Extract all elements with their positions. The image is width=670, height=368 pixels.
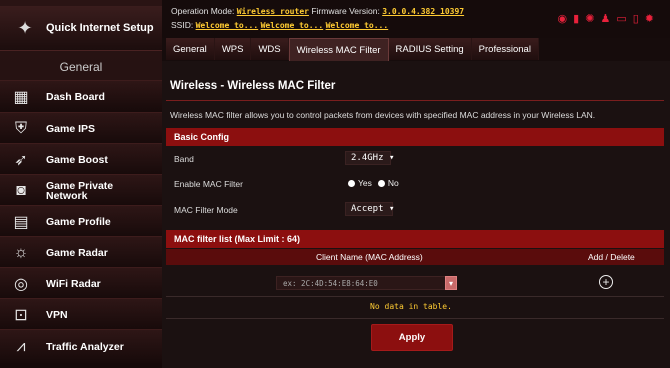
sidebar-item-dashboard[interactable]: ▦ Dash Board [0, 80, 162, 112]
list-bottom-divider [166, 318, 664, 319]
band-value: 2.4GHz [351, 153, 384, 163]
content-area: Wireless - Wireless MAC Filter Wireless … [162, 61, 670, 368]
band-label: Band [174, 154, 194, 164]
mac-address-placeholder: ex: 2C:4D:54:E8:64:E0 [283, 278, 378, 288]
sidebar-item-label: Game Radar [46, 246, 108, 259]
enable-mac-filter-label: Enable MAC Filter [174, 179, 243, 189]
page-description: Wireless MAC filter allows you to contro… [170, 110, 596, 120]
op-mode-link[interactable]: Wireless router [237, 7, 309, 16]
sidebar-item-label: Game IPS [46, 122, 96, 135]
sidebar-item-traffic-analyzer[interactable]: ⩘ Traffic Analyzer [0, 329, 162, 363]
empty-table-message: No data in table. [370, 302, 452, 311]
wireless-status-icon[interactable]: ◉ [558, 12, 568, 25]
profile-icon: ▤ [13, 213, 29, 231]
mac-filter-mode-select[interactable]: Accept ▾ [345, 202, 395, 216]
tab-general[interactable]: General [166, 38, 215, 60]
storage-status-icon[interactable]: ▯ [633, 12, 639, 25]
ssid-link-1[interactable]: Welcome to... [196, 21, 259, 30]
sidebar-item-game-ips[interactable]: ⛨ Game IPS [0, 112, 162, 144]
tab-radius-setting[interactable]: RADIUS Setting [388, 38, 472, 60]
status-icons: ◉ ▮ ✺ ♟ ▭ ▯ ✹ [558, 12, 654, 25]
wifi-radar-icon: ◎ [14, 275, 28, 293]
mac-list-column-header: Client Name (MAC Address) Add / Delete [166, 249, 664, 265]
basic-config-header: Basic Config [166, 128, 664, 146]
quick-internet-setup-button[interactable]: ✦ Quick Internet Setup [0, 6, 162, 51]
sidebar-item-wifi-radar[interactable]: ◎ WiFi Radar [0, 267, 162, 299]
sidebar-item-game-radar[interactable]: ☼ Game Radar [0, 236, 162, 268]
sidebar-item-game-profile[interactable]: ▤ Game Profile [0, 205, 162, 237]
list-divider [166, 296, 664, 297]
page-title: Wireless - Wireless MAC Filter [170, 80, 336, 92]
ssid-label: SSID: [171, 20, 194, 30]
sidebar: ✦ Quick Internet Setup General ▦ Dash Bo… [0, 0, 162, 368]
sidebar-item-label: Game Profile [46, 215, 111, 228]
client-dropdown-button[interactable]: ▾ [445, 276, 457, 290]
sidebar-item-label: VPN [46, 308, 68, 321]
radar-icon: ☼ [13, 243, 29, 261]
wand-icon: ✦ [17, 17, 33, 38]
radio-yes[interactable] [348, 179, 355, 187]
internet-status-icon[interactable]: ▮ [573, 12, 579, 25]
title-divider [166, 100, 664, 101]
op-mode-label: Operation Mode: [171, 6, 235, 16]
ssid-line: SSID: Welcome to... Welcome to... Welcom… [171, 20, 388, 30]
quick-setup-label: Quick Internet Setup [46, 22, 154, 34]
chevron-down-icon: ▾ [388, 153, 395, 163]
tab-wds[interactable]: WDS [251, 38, 289, 60]
sidebar-item-label: Game Private Network [46, 179, 114, 202]
sidebar-item-label: Traffic Analyzer [46, 340, 124, 353]
client-status-icon[interactable]: ♟ [600, 12, 610, 25]
dashboard-icon: ▦ [13, 88, 29, 106]
settings-status-icon[interactable]: ✹ [645, 12, 654, 25]
sidebar-item-vpn[interactable]: ⊡ VPN [0, 298, 162, 330]
apply-button[interactable]: Apply [371, 324, 453, 351]
rocket-icon: ➶ [14, 151, 28, 169]
tab-wireless-mac-filter[interactable]: Wireless MAC Filter [288, 38, 389, 61]
sidebar-item-label: Game Boost [46, 153, 108, 166]
traffic-icon: ⩘ [16, 337, 26, 355]
shield-icon: ⛨ [14, 119, 27, 137]
main-panel: Operation Mode: Wireless router Firmware… [162, 0, 670, 368]
radio-yes-label: Yes [358, 178, 372, 188]
band-select[interactable]: 2.4GHz ▾ [345, 151, 395, 165]
radio-no[interactable] [377, 179, 385, 187]
client-name-column: Client Name (MAC Address) [316, 252, 423, 262]
sidebar-item-game-boost[interactable]: ➶ Game Boost [0, 143, 162, 175]
top-bar: Operation Mode: Wireless router Firmware… [162, 0, 670, 38]
vpn-icon: ⊡ [14, 306, 28, 324]
mac-filter-list-header: MAC filter list (Max Limit : 64) [166, 230, 664, 248]
usb-status-icon[interactable]: ▭ [616, 12, 626, 25]
add-icon[interactable]: + [599, 275, 613, 289]
ssid-link-2[interactable]: Welcome to... [261, 21, 324, 30]
chevron-down-icon: ▾ [388, 204, 395, 214]
mac-filter-mode-label: MAC Filter Mode [174, 205, 238, 215]
enable-mac-filter-radio: Yes No [348, 178, 399, 188]
firmware-link[interactable]: 3.0.0.4.382_10397 [382, 7, 464, 16]
sidebar-section-title: General [59, 60, 103, 74]
sidebar-item-label: Dash Board [46, 90, 105, 103]
tab-bar: General WPS WDS Wireless MAC Filter RADI… [166, 38, 539, 61]
tab-wps[interactable]: WPS [214, 38, 252, 60]
mac-address-input[interactable]: ex: 2C:4D:54:E8:64:E0 [276, 276, 456, 290]
guest-status-icon[interactable]: ✺ [585, 12, 594, 25]
radio-no-label: No [387, 178, 399, 188]
operation-mode-line: Operation Mode: Wireless router Firmware… [171, 6, 464, 16]
tab-professional[interactable]: Professional [471, 38, 539, 60]
mode-value: Accept [351, 204, 384, 214]
sidebar-item-label: WiFi Radar [46, 277, 101, 290]
network-icon: ◙ [16, 181, 26, 199]
sidebar-item-game-private-network[interactable]: ◙ Game Private Network [0, 174, 162, 206]
ssid-link-3[interactable]: Welcome to... [326, 21, 389, 30]
add-delete-column: Add / Delete [588, 252, 635, 262]
firmware-label: Firmware Version: [311, 6, 380, 16]
